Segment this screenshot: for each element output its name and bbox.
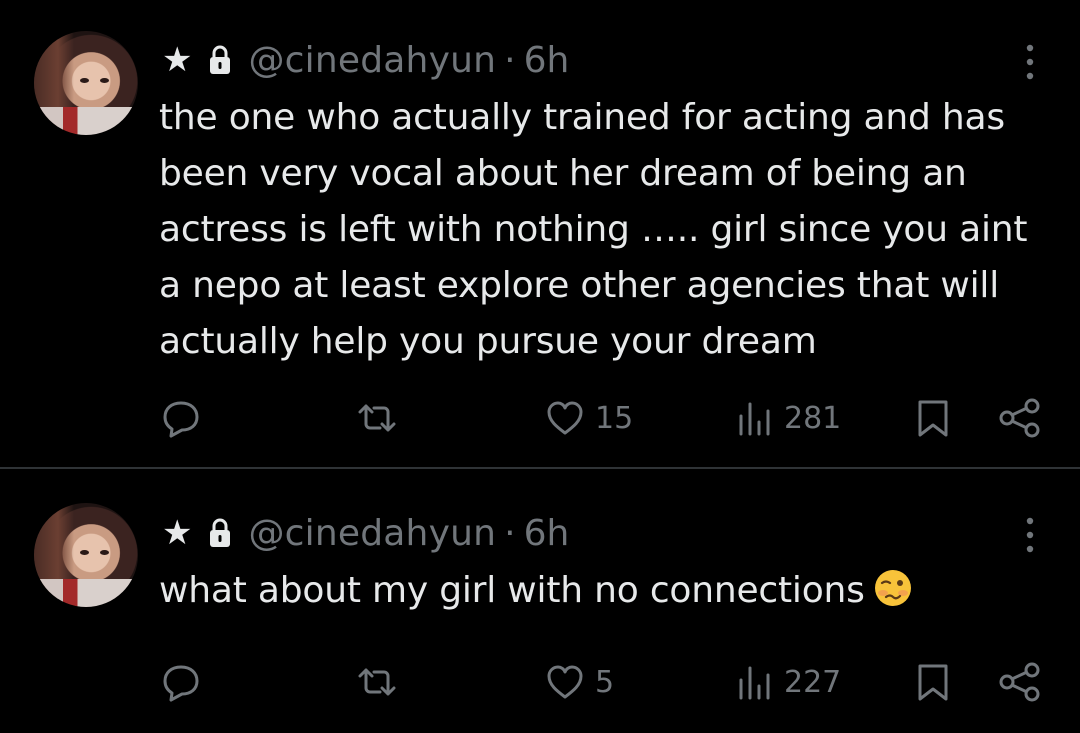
retweet-icon	[358, 668, 396, 696]
bookmark-button[interactable]	[916, 660, 950, 704]
woozy-face-emoji	[874, 570, 911, 606]
tweet-header: ★ @cinedahyun · 6h	[162, 38, 569, 82]
heart-icon	[547, 401, 583, 435]
lock-icon	[206, 518, 234, 548]
lock-icon	[206, 45, 234, 75]
bookmark-icon	[918, 400, 948, 437]
action-bar: 15 281	[0, 396, 1080, 440]
views-count: 227	[784, 664, 842, 700]
star-badge: ★	[162, 513, 193, 553]
bookmark-icon	[918, 664, 948, 701]
share-button[interactable]	[998, 660, 1042, 704]
user-handle[interactable]: @cinedahyun	[248, 40, 496, 81]
tweet[interactable]: ★ @cinedahyun · 6h the one who actually …	[0, 0, 1080, 468]
reply-button[interactable]	[160, 396, 202, 440]
tweet-text: the one who actually trained for acting …	[159, 97, 1028, 362]
views-button[interactable]: 281	[736, 396, 841, 440]
tweet[interactable]: ★ @cinedahyun · 6h what about my girl wi…	[0, 470, 1080, 733]
heart-icon	[547, 665, 583, 699]
more-icon[interactable]	[1026, 42, 1034, 82]
more-icon[interactable]	[1026, 515, 1034, 555]
avatar[interactable]	[34, 31, 138, 135]
retweet-button[interactable]	[356, 660, 398, 704]
like-button[interactable]: 15	[545, 396, 633, 440]
header-separator: ·	[504, 39, 516, 81]
timestamp[interactable]: 6h	[524, 513, 570, 554]
share-icon	[999, 662, 1040, 702]
share-icon	[999, 398, 1040, 438]
header-separator: ·	[504, 512, 516, 554]
user-handle[interactable]: @cinedahyun	[248, 513, 496, 554]
like-count: 15	[595, 400, 634, 436]
action-bar: 5 227	[0, 660, 1080, 704]
views-count: 281	[784, 400, 842, 436]
like-button[interactable]: 5	[545, 660, 614, 704]
tweet-header: ★ @cinedahyun · 6h	[162, 511, 569, 555]
tweet-divider	[0, 467, 1080, 469]
views-icon	[739, 666, 770, 700]
retweet-icon	[358, 404, 396, 432]
like-count: 5	[595, 664, 615, 700]
avatar[interactable]	[34, 503, 138, 607]
reply-icon	[163, 665, 199, 702]
share-button[interactable]	[998, 396, 1042, 440]
tweet-text-container: what about my girl with no connections	[159, 563, 1059, 619]
retweet-button[interactable]	[356, 396, 398, 440]
tweet-text: what about my girl with no connections	[159, 570, 865, 611]
reply-icon	[163, 401, 199, 438]
star-badge: ★	[162, 40, 193, 80]
bookmark-button[interactable]	[916, 396, 950, 440]
views-button[interactable]: 227	[736, 660, 841, 704]
reply-button[interactable]	[160, 660, 202, 704]
timestamp[interactable]: 6h	[524, 40, 570, 81]
views-icon	[739, 402, 770, 436]
